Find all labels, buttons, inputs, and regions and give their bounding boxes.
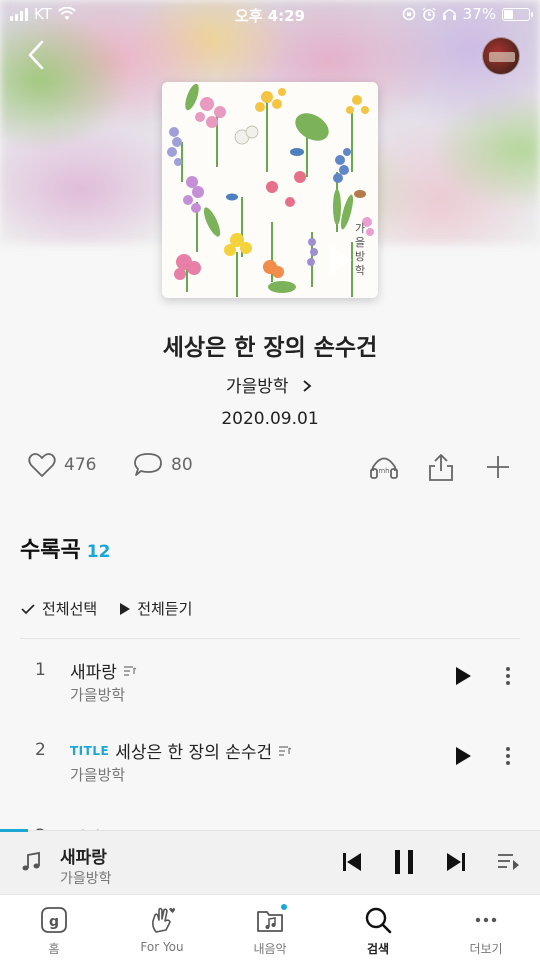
track-play-button[interactable] <box>454 666 472 686</box>
profile-avatar[interactable] <box>482 37 520 75</box>
album-cover[interactable]: 가 을 방 학 <box>162 82 378 298</box>
playback-progress <box>0 829 28 832</box>
title-badge: TITLE <box>70 743 110 758</box>
battery-icon <box>502 7 533 21</box>
previous-button[interactable] <box>342 851 362 873</box>
nav-home[interactable]: g 홈 <box>0 895 108 960</box>
track-artist: 가을방학 <box>70 766 126 784</box>
album-artist-link[interactable]: 가을방학 <box>0 372 540 397</box>
nav-label: 검색 <box>366 942 390 956</box>
tracks-header: 수록곡 12 <box>20 532 110 564</box>
now-playing-artist: 가을방학 <box>60 871 112 887</box>
lyrics-icon <box>123 665 137 676</box>
track-number: 1 <box>35 660 46 680</box>
album-title: 세상은 한 장의 손수건 <box>162 335 378 361</box>
divider <box>20 638 520 639</box>
music-folder-icon <box>257 911 283 932</box>
check-icon <box>21 603 35 614</box>
select-all-button[interactable]: 전체선택 <box>20 598 97 619</box>
play-all-label: 전체듣기 <box>137 600 193 618</box>
play-icon <box>120 602 131 615</box>
comment-count: 80 <box>171 455 193 475</box>
playlist-button[interactable] <box>497 851 521 873</box>
next-button[interactable] <box>446 851 466 873</box>
cover-text-1: 가 <box>355 222 365 235</box>
like-button[interactable]: 476 <box>28 452 96 478</box>
track-artist: 가을방학 <box>70 686 126 704</box>
comment-button[interactable]: 80 <box>133 452 193 478</box>
play-all-button[interactable]: 전체듣기 <box>119 598 192 619</box>
nav-label: For You <box>140 940 184 954</box>
album-release-date: 2020.09.01 <box>221 409 319 429</box>
headphones-status-icon <box>442 9 456 20</box>
status-bar: KT 오후 4:29 37% <box>0 0 540 30</box>
track-title: 새파랑 <box>70 663 117 683</box>
hand-heart-icon <box>152 907 175 933</box>
album-artist: 가을방학 <box>226 377 289 397</box>
nav-for-you[interactable]: For You <box>108 895 216 960</box>
share-button[interactable] <box>427 452 455 482</box>
nav-my-music[interactable]: 내음악 <box>216 895 324 960</box>
add-button[interactable] <box>485 452 511 482</box>
battery-percent: 37% <box>462 5 496 23</box>
nav-search[interactable]: 검색 <box>324 895 432 960</box>
mini-player[interactable]: 새파랑 가을방학 <box>0 829 540 894</box>
nav-more[interactable]: 더보기 <box>432 895 540 960</box>
home-icon: g <box>41 907 67 933</box>
more-options-button[interactable] <box>500 662 516 690</box>
play-overlay-icon[interactable] <box>322 242 358 278</box>
svg-text:g: g <box>49 914 59 930</box>
album-actions: 476 80 mh <box>0 452 540 486</box>
pause-button[interactable] <box>393 849 415 875</box>
track-row[interactable]: 3 석탄오 <box>0 812 540 832</box>
nav-label: 내음악 <box>253 942 287 956</box>
alarm-icon <box>422 7 436 21</box>
notification-dot <box>280 904 287 910</box>
track-controls: 전체선택 전체듣기 <box>20 598 192 619</box>
track-play-button[interactable] <box>454 746 472 766</box>
chevron-right-icon <box>303 380 312 392</box>
search-icon <box>365 907 392 934</box>
lyrics-icon <box>279 745 292 756</box>
track-row[interactable]: 2 TITLE 세상은 한 장의 손수건 가을방학 <box>0 726 540 788</box>
comment-icon <box>134 453 162 476</box>
track-row[interactable]: 1 새파랑 가을방학 <box>0 646 540 708</box>
rotation-lock-icon <box>402 7 415 21</box>
more-icon <box>475 917 497 923</box>
bottom-navigation: g 홈 For You 내음악 검색 더보기 <box>0 894 540 960</box>
select-all-label: 전체선택 <box>42 600 98 618</box>
track-title: 세상은 한 장의 손수건 <box>115 743 273 763</box>
tracks-title: 수록곡 <box>20 538 81 563</box>
mix-headphones-button[interactable]: mh <box>369 452 399 482</box>
like-count: 476 <box>64 455 97 475</box>
more-options-button[interactable] <box>500 742 516 770</box>
back-button[interactable] <box>22 38 54 72</box>
nav-label: 홈 <box>48 942 60 956</box>
heart-icon <box>28 453 56 477</box>
svg-text:mh: mh <box>378 467 389 475</box>
now-playing-title: 새파랑 <box>60 848 107 868</box>
tracks-count: 12 <box>86 542 111 562</box>
nav-label: 더보기 <box>469 942 503 956</box>
track-number: 2 <box>35 740 46 760</box>
music-note-icon <box>22 851 40 871</box>
